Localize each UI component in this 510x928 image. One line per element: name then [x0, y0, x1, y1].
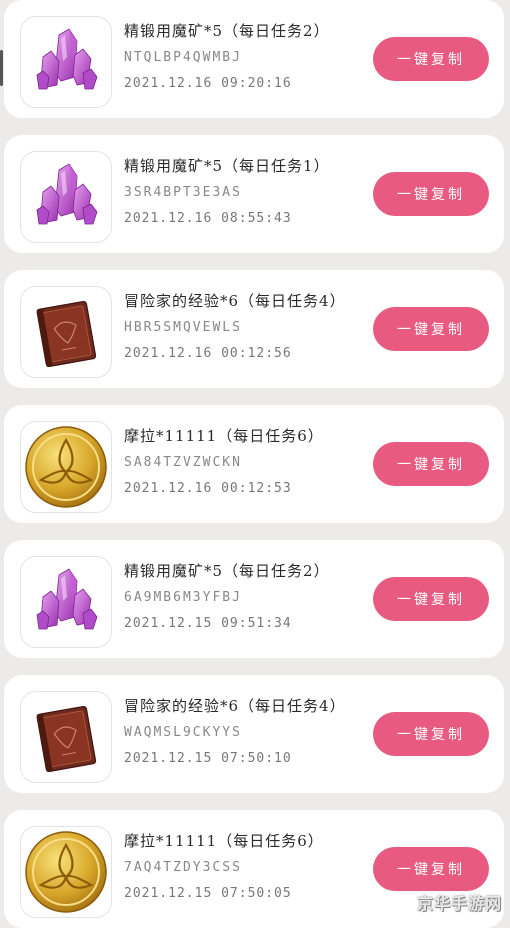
- reward-title: 冒险家的经验*6（每日任务4）: [124, 697, 346, 715]
- copy-button[interactable]: 一键复制: [373, 172, 489, 216]
- redeem-code: 6A9MB6M3YFBJ: [124, 590, 242, 605]
- code-card: 精锻用魔矿*5（每日任务1） 3SR4BPT3E3AS 2021.12.16 08:…: [4, 135, 504, 253]
- reward-title: 精锻用魔矿*5（每日任务1）: [124, 157, 330, 175]
- copy-button[interactable]: 一键复制: [373, 442, 489, 486]
- timestamp: 2021.12.16 00:12:53: [124, 481, 292, 496]
- crystal-icon: [20, 151, 112, 243]
- coin-icon: [20, 421, 112, 513]
- redeem-code: 7AQ4TZDY3CSS: [124, 860, 242, 875]
- code-card: 冒险家的经验*6（每日任务4） HBR5SMQVEWLS 2021.12.16 00…: [4, 270, 504, 388]
- redeem-code: WAQMSL9CKYYS: [124, 725, 242, 740]
- redeem-code: 3SR4BPT3E3AS: [124, 185, 242, 200]
- redeem-code: NTQLBP4QWMBJ: [124, 50, 242, 65]
- timestamp: 2021.12.15 07:50:05: [124, 886, 292, 901]
- reward-title: 精锻用魔矿*5（每日任务2）: [124, 22, 330, 40]
- code-card: 摩拉*11111（每日任务6） SA84TZVZWCKN 2021.12.16 00…: [4, 405, 504, 523]
- reward-title: 冒险家的经验*6（每日任务4）: [124, 292, 346, 310]
- timestamp: 2021.12.16 09:20:16: [124, 76, 292, 91]
- copy-button[interactable]: 一键复制: [373, 307, 489, 351]
- book-icon: [20, 691, 112, 783]
- watermark: 京华手游网: [416, 894, 502, 913]
- reward-title: 摩拉*11111（每日任务6）: [124, 427, 324, 445]
- book-icon: [20, 286, 112, 378]
- redeem-code: HBR5SMQVEWLS: [124, 320, 242, 335]
- reward-title: 精锻用魔矿*5（每日任务2）: [124, 562, 330, 580]
- code-card: 精锻用魔矿*5（每日任务2） NTQLBP4QWMBJ 2021.12.16 09:…: [4, 0, 504, 118]
- crystal-icon: [20, 16, 112, 108]
- copy-button[interactable]: 一键复制: [373, 37, 489, 81]
- copy-button[interactable]: 一键复制: [373, 577, 489, 621]
- timestamp: 2021.12.15 07:50:10: [124, 751, 292, 766]
- copy-button[interactable]: 一键复制: [373, 712, 489, 756]
- timestamp: 2021.12.16 08:55:43: [124, 211, 292, 226]
- code-card: 冒险家的经验*6（每日任务4） WAQMSL9CKYYS 2021.12.15 07…: [4, 675, 504, 793]
- timestamp: 2021.12.16 00:12:56: [124, 346, 292, 361]
- copy-button[interactable]: 一键复制: [373, 847, 489, 891]
- reward-title: 摩拉*11111（每日任务6）: [124, 832, 324, 850]
- timestamp: 2021.12.15 09:51:34: [124, 616, 292, 631]
- redeem-code: SA84TZVZWCKN: [124, 455, 242, 470]
- scroll-edge-indicator: [0, 50, 3, 86]
- crystal-icon: [20, 556, 112, 648]
- coin-icon: [20, 826, 112, 918]
- code-card: 精锻用魔矿*5（每日任务2） 6A9MB6M3YFBJ 2021.12.15 09:…: [4, 540, 504, 658]
